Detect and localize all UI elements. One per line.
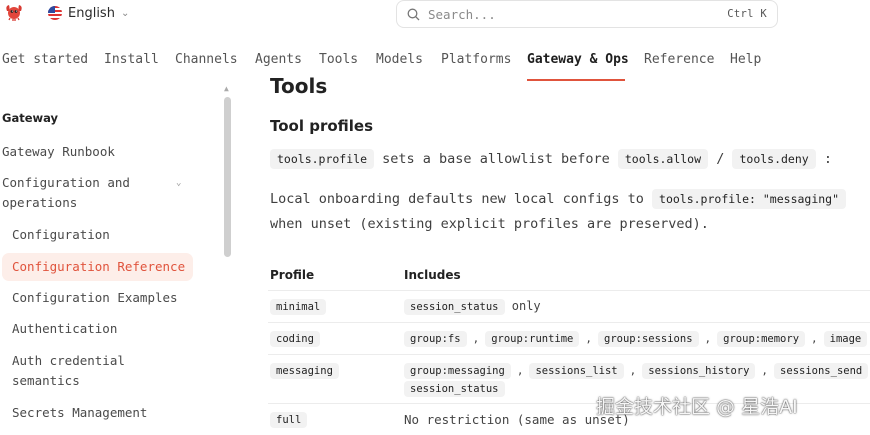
search-placeholder: Search... — [428, 6, 496, 22]
paragraph-onboarding-line2: when unset (existing explicit profiles a… — [270, 216, 709, 232]
sidebar-item-configuration[interactable]: Configuration — [12, 225, 110, 245]
page-title: Tools — [270, 74, 328, 98]
inline-code: tools.profile: "messaging" — [652, 189, 847, 209]
tab-install[interactable]: Install — [104, 52, 159, 67]
search-icon — [407, 8, 420, 20]
table-row-profile: messaging — [270, 363, 339, 379]
tool-code: group:messaging — [404, 363, 511, 379]
profile-code: full — [270, 412, 308, 428]
table-divider — [268, 290, 870, 291]
tool-code: sessions_history — [642, 363, 756, 379]
sidebar-item-secrets-management[interactable]: Secrets Management — [12, 403, 147, 423]
lobster-logo-icon[interactable] — [4, 3, 24, 21]
table-row-includes: group:messaging, sessions_list, sessions_h… — [404, 363, 870, 379]
inline-code: tools.allow — [617, 149, 709, 169]
paragraph-profile-intro: tools.profile sets a base allowlist befo… — [270, 149, 832, 169]
table-header-profile: Profile — [270, 268, 315, 282]
table-header-includes: Includes — [404, 268, 461, 282]
table-divider — [268, 354, 870, 355]
tab-models[interactable]: Models — [376, 52, 423, 67]
tool-code: group:memory — [717, 331, 806, 347]
profile-code: coding — [270, 331, 320, 347]
table-row-profile: full — [270, 412, 308, 428]
tool-code: session_status — [404, 299, 505, 315]
chevron-down-icon[interactable]: ⌄ — [176, 173, 181, 193]
paragraph-text: : — [823, 151, 832, 167]
inline-code: tools.deny — [732, 149, 816, 169]
us-flag-icon — [48, 6, 62, 20]
tool-code: group:sessions — [598, 331, 699, 347]
sidebar-item-configuration-and-operations[interactable]: Configuration and operations — [2, 173, 152, 213]
tool-code: sessions_list — [529, 363, 624, 379]
sidebar-item-authentication[interactable]: Authentication — [12, 319, 117, 339]
paragraph-text: / — [716, 151, 725, 167]
chevron-down-icon: ⌄ — [120, 7, 130, 19]
table-row-includes: group:fs, group:runtime, group:sessions, gr… — [404, 331, 868, 347]
sidebar-group-gateway: Gateway — [2, 111, 59, 125]
table-row-includes-wrap: session_status — [404, 381, 505, 397]
profile-code: messaging — [270, 363, 339, 379]
paragraph-onboarding-line1: Local onboarding defaults new local conf… — [270, 189, 847, 209]
tab-gateway-ops[interactable]: Gateway & Ops — [527, 52, 629, 67]
tool-code: session_status — [404, 381, 505, 397]
sidebar-item-gateway-runbook[interactable]: Gateway Runbook — [2, 142, 115, 162]
search-shortcut: Ctrl K — [727, 8, 767, 20]
language-selector[interactable]: English ⌄ — [48, 4, 129, 22]
top-bar: English ⌄ Search... Ctrl K — [0, 0, 870, 30]
language-label: English — [68, 5, 115, 21]
inline-code: tools.profile — [270, 149, 375, 169]
table-row-profile: coding — [270, 331, 320, 347]
active-tab-indicator — [527, 79, 625, 81]
tab-channels[interactable]: Channels — [175, 52, 238, 67]
tab-agents[interactable]: Agents — [255, 52, 302, 67]
tab-tools[interactable]: Tools — [319, 52, 358, 67]
tab-reference[interactable]: Reference — [644, 52, 714, 67]
tool-code: image — [823, 331, 868, 347]
sidebar-item-configuration-examples[interactable]: Configuration Examples — [12, 288, 178, 308]
table-row-profile: minimal — [270, 299, 327, 315]
tab-platforms[interactable]: Platforms — [441, 52, 511, 67]
scroll-up-arrow-icon[interactable]: ▲ — [224, 84, 229, 93]
sidebar-item-auth-credential-semantics[interactable]: Auth credential semantics — [12, 351, 152, 391]
includes-suffix: only — [511, 299, 541, 313]
top-nav: Get started Install Channels Agents Tool… — [0, 52, 870, 82]
section-heading: Tool profiles — [270, 117, 374, 135]
table-divider — [268, 322, 870, 323]
tool-code: group:runtime — [485, 331, 580, 347]
sidebar-item-configuration-reference[interactable]: Configuration Reference — [12, 257, 185, 277]
tool-code: sessions_send — [774, 363, 869, 379]
search-box[interactable]: Search... Ctrl K — [396, 0, 778, 28]
profile-code: minimal — [270, 299, 327, 315]
paragraph-text: sets a base allowlist before — [382, 151, 610, 167]
tab-get-started[interactable]: Get started — [2, 52, 88, 67]
paragraph-text: Local onboarding defaults new local conf… — [270, 191, 644, 207]
sidebar-scrollbar[interactable] — [224, 97, 231, 257]
tool-code: group:fs — [404, 331, 467, 347]
tab-help[interactable]: Help — [730, 52, 761, 67]
table-row-includes: session_status only — [404, 299, 541, 315]
watermark-text: 掘金技术社区 @ 星浩AI — [596, 396, 798, 418]
